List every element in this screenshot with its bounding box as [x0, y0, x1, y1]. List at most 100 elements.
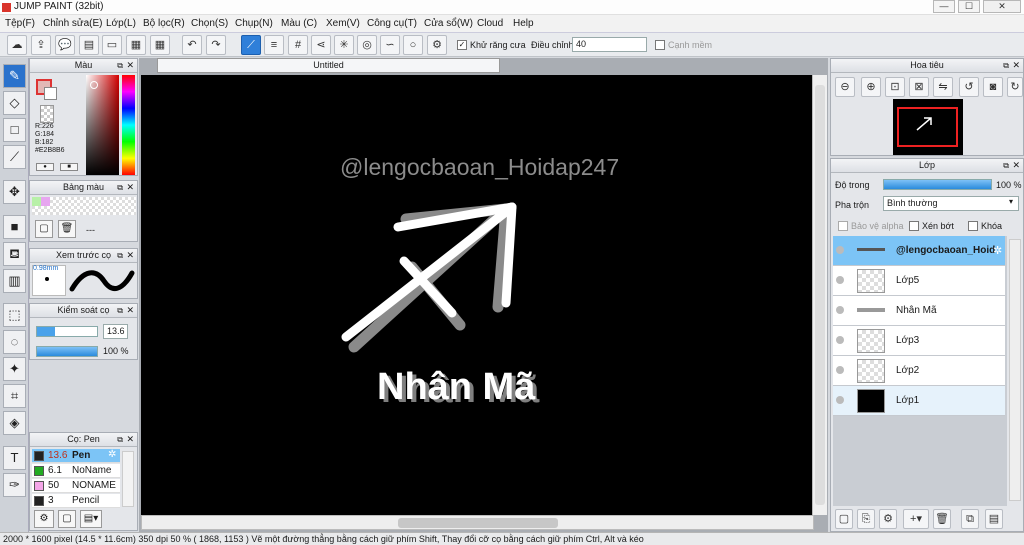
undock-icon[interactable]: ⧉ [117, 433, 123, 446]
palette-swatch[interactable] [41, 197, 50, 206]
menu-filter[interactable]: Bộ lọc(R) [143, 18, 185, 29]
fill-rect-tool-icon[interactable]: ■ [3, 215, 26, 239]
ruler-line-icon[interactable]: ⟋ [241, 35, 261, 55]
grid-ruler-icon[interactable]: # [288, 35, 308, 55]
flip-icon[interactable]: ⇋ [933, 77, 953, 97]
hue-slider[interactable] [122, 75, 135, 175]
eye-icon[interactable] [836, 276, 844, 284]
duplicate-layer-icon[interactable]: ⎘ [857, 509, 875, 529]
menu-file[interactable]: Tệp(F) [5, 18, 35, 29]
canvas-horizontal-scrollbar[interactable] [141, 515, 814, 530]
vertical-scroll-thumb[interactable] [815, 85, 825, 505]
layer-row[interactable]: Nhân Mã [833, 296, 1005, 326]
select-eraser-icon[interactable]: ◈ [3, 411, 26, 435]
eraser-tool-icon[interactable]: ◇ [3, 91, 26, 115]
eye-icon[interactable] [836, 366, 844, 374]
blend-mode-select[interactable]: Bình thường [883, 196, 1019, 211]
zoom-in-icon[interactable]: ⊕ [861, 77, 881, 97]
close-icon[interactable]: ✕ [1012, 159, 1020, 172]
concentric-icon[interactable]: ◎ [357, 35, 377, 55]
new-palette-icon[interactable]: ▢ [35, 220, 53, 238]
close-icon[interactable]: ✕ [126, 433, 134, 446]
secondary-color-swatch[interactable] [44, 87, 57, 100]
clip-checkbox[interactable] [909, 221, 919, 231]
eyedropper-tool-icon[interactable]: ✑ [3, 473, 26, 497]
reset-rotation-icon[interactable]: ◙ [983, 77, 1003, 97]
close-icon[interactable]: ✕ [1012, 59, 1020, 72]
fit-icon[interactable]: ⊡ [885, 77, 905, 97]
merge-layer-icon[interactable]: ⧉ [961, 509, 979, 529]
undo-icon[interactable]: ↶ [182, 35, 202, 55]
soft-edge-checkbox[interactable] [655, 40, 665, 50]
brush-list-scrollbar[interactable] [122, 451, 134, 507]
toggle-button-2[interactable]: ■ [60, 163, 78, 171]
eye-icon[interactable] [836, 246, 844, 254]
perspective-icon[interactable]: ⋖ [311, 35, 331, 55]
brush-settings-icon[interactable]: ⚙ [34, 510, 54, 528]
share-icon[interactable]: ⇪ [31, 35, 51, 55]
rect-select-tool-icon[interactable]: □ [3, 118, 26, 142]
gear-icon[interactable]: ✲ [108, 449, 116, 460]
minimize-button[interactable]: — [933, 0, 955, 13]
navigator-thumbnail[interactable] [893, 99, 963, 155]
brush-opacity-slider[interactable] [36, 346, 98, 357]
menu-tools[interactable]: Công cụ(T) [367, 18, 417, 29]
move-tool-icon[interactable]: ✥ [3, 180, 26, 204]
trash-icon[interactable]: 🗑 [58, 220, 76, 238]
undock-icon[interactable]: ⧉ [117, 249, 123, 262]
horizontal-scroll-thumb[interactable] [398, 518, 558, 528]
maximize-button[interactable]: ☐ [958, 0, 980, 13]
gear-icon[interactable]: ✲ [993, 244, 1002, 257]
layer-row[interactable]: Lớp3 [833, 326, 1005, 356]
eye-icon[interactable] [836, 336, 844, 344]
close-icon[interactable]: ✕ [126, 249, 134, 262]
menu-color[interactable]: Màu (C) [281, 18, 317, 29]
lasso-tool-icon[interactable]: ◌ [3, 330, 26, 354]
new-layer-icon[interactable]: ▢ [835, 509, 853, 529]
close-icon[interactable]: ✕ [126, 304, 134, 317]
drawing-canvas[interactable]: @lengocbaoan_Hoidap247 Nhân Mã Nhân Mã [141, 75, 814, 515]
layer-row[interactable]: Lớp1 [833, 386, 1005, 416]
eye-icon[interactable] [836, 396, 844, 404]
new-brush-icon[interactable]: ▢ [58, 510, 76, 528]
undock-icon[interactable]: ⧉ [1003, 159, 1009, 172]
alpha-protect-checkbox[interactable] [838, 221, 848, 231]
menu-help[interactable]: Help [513, 18, 534, 29]
brush-item[interactable]: 13.6 Pen ✲ [32, 449, 120, 463]
redo-icon[interactable]: ↷ [206, 35, 226, 55]
layer-row[interactable]: Lớp2 [833, 356, 1005, 386]
layer-list-scrollbar[interactable] [1009, 239, 1021, 501]
antialias-checkbox[interactable]: ✓ [457, 40, 467, 50]
text-tool-icon[interactable]: T [3, 446, 26, 470]
page-icon[interactable]: ▭ [102, 35, 122, 55]
brush-size-slider[interactable] [36, 326, 98, 337]
rotate-left-icon[interactable]: ↺ [959, 77, 979, 97]
canvas-vertical-scrollbar[interactable] [812, 75, 827, 515]
gradient-tool-icon[interactable]: ▥ [3, 269, 26, 293]
actual-size-icon[interactable]: ⊠ [909, 77, 929, 97]
magic-wand-icon[interactable]: ✦ [3, 357, 26, 381]
close-icon[interactable]: ✕ [126, 59, 134, 72]
brush-item[interactable]: 50 NONAME [32, 479, 120, 493]
toggle-button-1[interactable]: ● [36, 163, 54, 171]
palette-swatch[interactable] [32, 197, 41, 206]
close-button[interactable]: ✕ [983, 0, 1021, 13]
undock-icon[interactable]: ⧉ [117, 181, 123, 194]
cloud-icon[interactable]: ☁ [7, 35, 27, 55]
close-icon[interactable]: ✕ [126, 181, 134, 194]
menu-select[interactable]: Chọn(S) [191, 18, 228, 29]
saturation-picker[interactable] [86, 75, 119, 175]
layer-opacity-slider[interactable] [883, 179, 992, 190]
brush-item[interactable]: 6.1 NoName [32, 464, 120, 478]
menu-view[interactable]: Xem(V) [326, 18, 360, 29]
lock-checkbox[interactable] [968, 221, 978, 231]
undock-icon[interactable]: ⧉ [117, 304, 123, 317]
layer-menu-icon[interactable]: ▤ [985, 509, 1003, 529]
undock-icon[interactable]: ⧉ [117, 59, 123, 72]
pen-tool-icon[interactable]: ✎ [3, 64, 26, 88]
layer-row[interactable]: @lengocbaoan_Hoid ✲ [833, 236, 1005, 266]
undock-icon[interactable]: ⧉ [1003, 59, 1009, 72]
transparent-color-swatch[interactable] [40, 105, 54, 123]
add-layer-icon[interactable]: +▾ [903, 509, 929, 529]
select-pen-icon[interactable]: ⌗ [3, 384, 26, 408]
